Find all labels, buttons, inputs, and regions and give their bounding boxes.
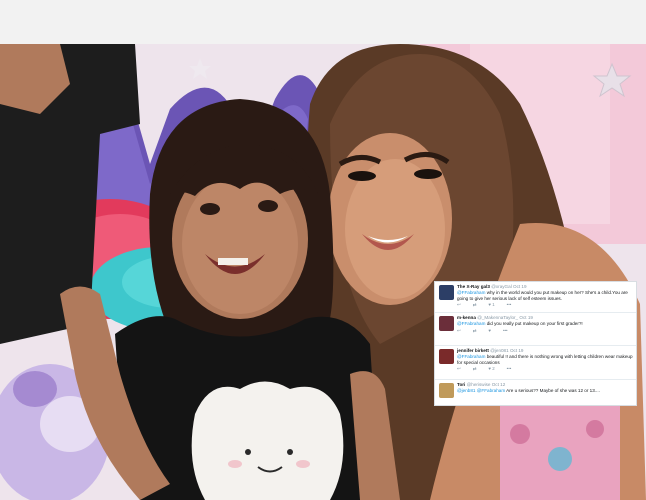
tweet-text: @FFabraham beautiful !! and there is not… xyxy=(457,354,633,365)
retweet-icon[interactable]: ⇄ xyxy=(473,366,477,372)
tweet-mention[interactable]: @jenb81 @FFabraham xyxy=(457,388,505,393)
like-count: 1 xyxy=(492,302,495,308)
retweet-icon[interactable]: ⇄ xyxy=(473,302,477,308)
reply-icon[interactable]: ↩ xyxy=(457,302,461,308)
tweet[interactable]: m-kenna @_MakennaTaylor_ Oct 19 @FFabrah… xyxy=(435,313,636,346)
more-icon[interactable]: ••• xyxy=(507,302,512,308)
reply-icon[interactable]: ↩ xyxy=(457,328,461,334)
avatar[interactable] xyxy=(439,285,454,300)
tweet-text: @jenb81 @FFabraham Are u serious?? Maybe… xyxy=(457,388,633,394)
like-icon[interactable]: ♥ xyxy=(488,328,491,334)
tweet[interactable]: The X-Ray gal3 @xrayGal Oct 19 @FFabraha… xyxy=(435,282,636,313)
tweet-text: @FFabraham did you really put makeup on … xyxy=(457,321,633,327)
tweet-timestamp[interactable]: Oct 19 xyxy=(513,284,527,289)
tweet-author-name[interactable]: Tori xyxy=(457,382,465,387)
tweet[interactable]: jennifer birkett @jen081 Oct 19 @FFabrah… xyxy=(435,346,636,380)
avatar[interactable] xyxy=(439,383,454,398)
more-icon[interactable]: ••• xyxy=(503,328,508,334)
avatar[interactable] xyxy=(439,316,454,331)
tweet-mention[interactable]: @FFabraham xyxy=(457,354,485,359)
tweet-thread: The X-Ray gal3 @xrayGal Oct 19 @FFabraha… xyxy=(434,281,637,406)
tweet-body: did you really put makeup on your first … xyxy=(486,321,583,326)
tweet-timestamp[interactable]: Oct 12 xyxy=(492,382,506,387)
tweet-timestamp[interactable]: Oct 19 xyxy=(519,315,533,320)
tweet-author-name[interactable]: The X-Ray gal3 xyxy=(457,284,490,289)
reply-icon[interactable]: ↩ xyxy=(457,366,461,372)
top-bar xyxy=(0,0,646,44)
retweet-icon[interactable]: ⇄ xyxy=(473,328,477,334)
photo xyxy=(0,44,646,500)
like-count: 2 xyxy=(492,366,495,372)
tweet-text: @FFabraham why in the world would you pu… xyxy=(457,290,633,301)
tweet-actions: ↩ ⇄ ♥ ••• xyxy=(457,328,633,334)
tweet-author-handle[interactable]: @xrayGal xyxy=(491,284,512,289)
tweet-actions: ↩ ⇄ ♥ 2 ••• xyxy=(457,366,633,372)
like-icon[interactable]: ♥ 2 xyxy=(488,366,494,372)
tweet-author-handle[interactable]: @heriswise xyxy=(467,382,491,387)
tweet-actions: ↩ ⇄ ♥ 1 ••• xyxy=(457,302,633,308)
tweet-author-handle[interactable]: @_MakennaTaylor_ xyxy=(477,315,518,320)
tweet-body: Are u serious?? Maybe of she was 12 or 1… xyxy=(506,388,600,393)
tweet-author-name[interactable]: jennifer birkett xyxy=(457,348,489,353)
tweet-mention[interactable]: @FFabraham xyxy=(457,290,485,295)
photo-illustration xyxy=(0,44,646,500)
tweet-author-handle[interactable]: @jen081 xyxy=(490,348,508,353)
tweet-timestamp[interactable]: Oct 19 xyxy=(510,348,524,353)
tweet-mention[interactable]: @FFabraham xyxy=(457,321,485,326)
tweet[interactable]: Tori @heriswise Oct 12 @jenb81 @FFabraha… xyxy=(435,380,636,405)
avatar[interactable] xyxy=(439,349,454,364)
like-icon[interactable]: ♥ 1 xyxy=(488,302,494,308)
tweet-author-name[interactable]: m-kenna xyxy=(457,315,476,320)
more-icon[interactable]: ••• xyxy=(507,366,512,372)
